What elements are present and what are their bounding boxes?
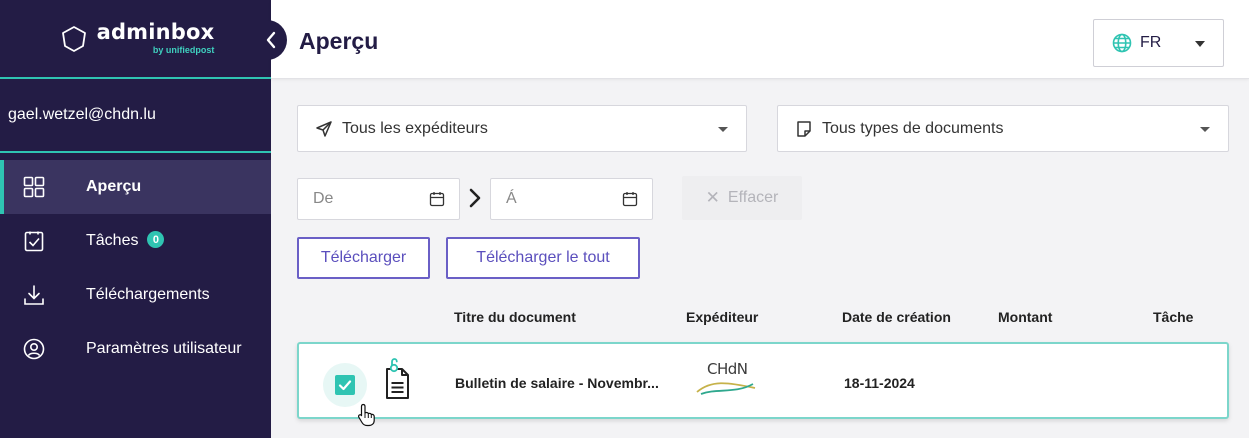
brand-subtitle: by unifiedpost: [152, 45, 215, 55]
close-icon: ✕: [705, 188, 720, 207]
date-to-placeholder: Á: [506, 190, 517, 207]
column-header-task[interactable]: Tâche: [1153, 309, 1193, 325]
row-select-checkbox[interactable]: [323, 363, 375, 427]
table-row[interactable]: Bulletin de salaire - Novembr... CHdN 18…: [297, 342, 1229, 427]
download-all-button[interactable]: Télécharger le tout: [446, 237, 640, 279]
column-header-date[interactable]: Date de création: [842, 309, 951, 325]
send-icon: [316, 121, 332, 137]
grid-icon: [22, 175, 46, 199]
brand-name: adminbox: [96, 20, 215, 44]
document-title[interactable]: Bulletin de salaire - Novembr...: [455, 375, 659, 391]
user-email: gael.wetzel@chdn.lu: [0, 79, 271, 153]
download-button[interactable]: Télécharger: [297, 237, 430, 279]
sidebar: adminbox by unifiedpost gael.wetzel@chdn…: [0, 0, 271, 438]
creation-date: 18-11-2024: [844, 375, 915, 391]
sidebar-item-apercu[interactable]: Aperçu: [0, 160, 271, 214]
clear-filters-label: Effacer: [727, 189, 779, 206]
sidebar-item-label: Aperçu: [86, 178, 142, 195]
sidebar-item-parametres[interactable]: Paramètres utilisateur: [0, 322, 271, 376]
sidebar-item-label: Paramètres utilisateur: [86, 340, 242, 357]
document-lock-icon: [386, 358, 409, 399]
hexagon-logo-icon: [61, 25, 86, 52]
column-header-title[interactable]: Titre du document: [454, 309, 576, 325]
task-clipboard-icon: [22, 229, 46, 253]
chevron-down-icon: [1200, 127, 1210, 132]
checkbox-checked[interactable]: [335, 375, 355, 395]
brand-logo[interactable]: adminbox by unifiedpost: [61, 20, 215, 55]
checkmark-icon: [338, 380, 352, 391]
date-to-input[interactable]: Á: [490, 178, 653, 220]
sender-filter-value: Tous les expéditeurs: [342, 119, 488, 137]
calendar-icon: [622, 192, 638, 207]
hand-cursor-icon: [357, 403, 375, 427]
clear-filters-button[interactable]: ✕ Effacer: [682, 176, 802, 220]
brand: adminbox by unifiedpost: [0, 0, 271, 79]
chevron-down-icon: [1195, 41, 1205, 47]
calendar-icon: [429, 192, 445, 207]
language-value: FR: [1140, 34, 1162, 51]
sender-logo-text: CHdN: [707, 360, 748, 378]
chevron-down-icon: [718, 127, 728, 132]
column-header-amount[interactable]: Montant: [998, 309, 1052, 325]
sidebar-item-label: Téléchargements: [86, 286, 210, 303]
doctype-filter-select[interactable]: Tous types de documents: [777, 105, 1229, 152]
date-from-placeholder: De: [313, 190, 334, 207]
sender-filter-select[interactable]: Tous les expéditeurs: [297, 105, 747, 152]
sidebar-item-taches[interactable]: Tâches 0: [0, 214, 271, 268]
date-from-input[interactable]: De: [297, 178, 460, 220]
task-count-badge: 0: [147, 231, 165, 249]
globe-icon: [1112, 33, 1132, 53]
sender-logo: CHdN: [695, 358, 757, 402]
download-icon: [22, 283, 46, 307]
chevron-right-icon: [469, 188, 481, 208]
document-note-icon: [797, 121, 811, 137]
language-select[interactable]: FR: [1093, 19, 1224, 67]
column-header-sender[interactable]: Expéditeur: [686, 309, 758, 325]
user-circle-icon: [22, 337, 46, 361]
chevron-left-icon: [266, 31, 276, 49]
sidebar-item-telechargements[interactable]: Téléchargements: [0, 268, 271, 322]
page-header: Aperçu FR: [271, 0, 1249, 79]
main-content: Tous les expéditeurs Tous types de docum…: [271, 80, 1249, 438]
sidebar-item-label: Tâches: [86, 232, 139, 249]
doctype-filter-value: Tous types de documents: [822, 119, 1004, 137]
sidebar-nav: Aperçu Tâches 0 Téléchargements Paramètr…: [0, 153, 271, 376]
page-title: Aperçu: [299, 28, 379, 54]
